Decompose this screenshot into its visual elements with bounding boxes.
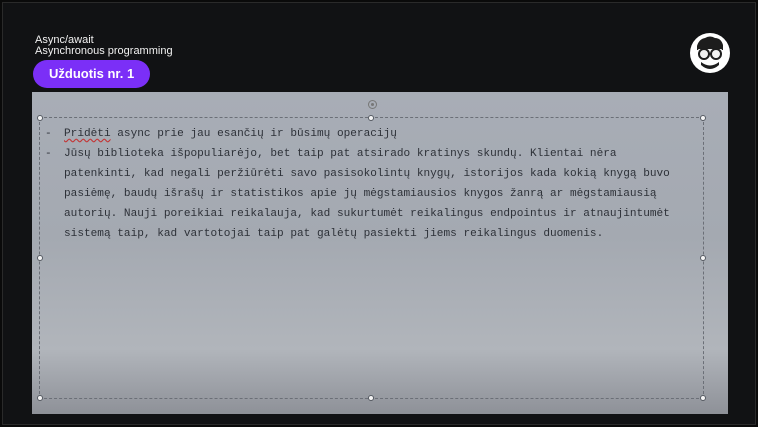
topic-subtitle: Asynchronous programming [35, 45, 173, 57]
resize-handle-bottom-right[interactable] [700, 395, 706, 401]
resize-handle-top-right[interactable] [700, 115, 706, 121]
slide: Async/await Asynchronous programming Užd… [2, 2, 756, 425]
resize-handle-top-left[interactable] [37, 115, 43, 121]
resize-handle-left[interactable] [37, 255, 43, 261]
task-badge: Užduotis nr. 1 [33, 60, 151, 88]
task-item-2[interactable]: Jūsų biblioteka išpopuliarėjo, bet taip … [45, 144, 695, 244]
spellcheck-word: Pridėti [64, 128, 111, 140]
nerd-glasses-avatar-icon [689, 31, 731, 75]
rotate-handle-icon[interactable] [368, 100, 377, 109]
task-item-2-text: Jūsų biblioteka išpopuliarėjo, bet taip … [64, 148, 670, 240]
resize-handle-top[interactable] [368, 115, 374, 121]
task-item-1[interactable]: Pridėti async prie jau esančių ir būsimų… [45, 124, 695, 144]
task-list[interactable]: Pridėti async prie jau esančių ir būsimų… [45, 124, 695, 244]
topic-heading: Async/await Asynchronous programming [35, 35, 173, 57]
resize-handle-bottom-left[interactable] [37, 395, 43, 401]
task-panel: Pridėti async prie jau esančių ir būsimų… [32, 92, 728, 414]
resize-handle-bottom[interactable] [368, 395, 374, 401]
resize-handle-right[interactable] [700, 255, 706, 261]
task-item-1-text: async prie jau esančių ir būsimų operaci… [110, 128, 397, 140]
